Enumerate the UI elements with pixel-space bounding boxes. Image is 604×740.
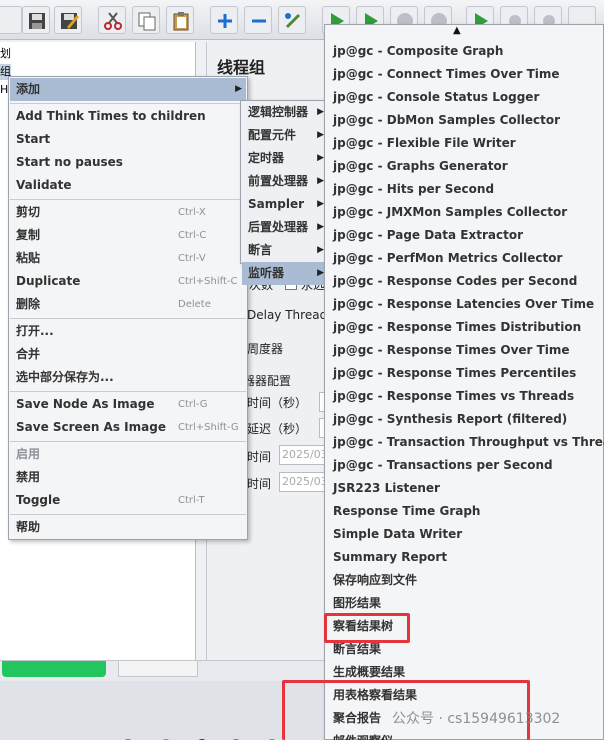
separator — [10, 318, 246, 319]
separator — [10, 441, 246, 442]
scheduler-config-label: 器器配置 — [243, 374, 292, 388]
context-menu: 添加 ▶ Add Think Times to children Start St… — [8, 76, 248, 540]
listener-item[interactable]: jp@gc - Transaction Throughput vs Thread… — [326, 431, 604, 454]
submenu-item-pre-processor[interactable]: 前置处理器 ▶ — [242, 170, 328, 193]
menu-item-help[interactable]: 帮助 — [10, 516, 246, 539]
collapse-icon[interactable] — [244, 6, 272, 34]
submenu-item-listener[interactable]: 监听器 ▶ — [242, 262, 328, 285]
submenu-arrow-icon: ▶ — [235, 84, 242, 94]
menu-item-add[interactable]: 添加 ▶ — [10, 78, 246, 101]
menu-item-delete[interactable]: 删除 Delete — [10, 293, 246, 316]
listener-item-graph-results[interactable]: 图形结果 — [326, 592, 602, 615]
menu-item-open[interactable]: 打开... — [10, 320, 246, 343]
menu-item-start[interactable]: Start — [10, 128, 246, 151]
page-title: 线程组 — [217, 58, 266, 77]
separator — [10, 391, 246, 392]
submenu-item-logic-controller[interactable]: 逻辑控制器 ▶ — [242, 101, 328, 124]
separator — [10, 199, 246, 200]
submenu-arrow-icon: ▶ — [317, 199, 324, 209]
startup-delay-label: 延迟（秒） — [247, 422, 308, 436]
listener-item[interactable]: jp@gc - Transactions per Second — [326, 454, 602, 477]
menu-item-toggle[interactable]: Toggle Ctrl-T — [10, 489, 246, 512]
start-time-input[interactable]: 2025/03 — [279, 445, 327, 465]
menu-item-save-selection-as[interactable]: 选中部分保存为... — [10, 366, 246, 389]
end-time-input[interactable]: 2025/03 — [279, 472, 327, 492]
listener-item-jsr223[interactable]: JSR223 Listener — [326, 477, 602, 500]
save-icon[interactable] — [22, 6, 50, 34]
menu-item-disable[interactable]: 禁用 — [10, 466, 246, 489]
listener-item[interactable]: jp@gc - Response Latencies Over Time — [326, 293, 602, 316]
separator — [10, 514, 246, 515]
grey-button[interactable] — [118, 661, 198, 677]
listener-item[interactable]: jp@gc - Response Times vs Threads — [326, 385, 602, 408]
listener-item[interactable]: jp@gc - Console Status Logger — [326, 86, 602, 109]
listener-item[interactable]: jp@gc - Flexible File Writer — [326, 132, 602, 155]
submenu-item-post-processor[interactable]: 后置处理器 ▶ — [242, 216, 328, 239]
listener-item[interactable]: jp@gc - PerfMon Metrics Collector — [326, 247, 602, 270]
listener-item[interactable]: jp@gc - Synthesis Report (filtered) — [326, 408, 602, 431]
annotation-box — [324, 613, 410, 643]
menu-item-save-node-image[interactable]: Save Node As Image Ctrl-G — [10, 393, 246, 416]
menu-item-copy[interactable]: 复制 Ctrl-C — [10, 224, 246, 247]
duration-label: 时间（秒） — [247, 396, 308, 410]
menu-item-paste[interactable]: 粘贴 Ctrl-V — [10, 247, 246, 270]
submenu-arrow-icon: ▶ — [317, 245, 324, 255]
listener-item[interactable]: jp@gc - Hits per Second — [326, 178, 602, 201]
save-as-icon[interactable] — [54, 6, 82, 34]
listener-item-save-responses[interactable]: 保存响应到文件 — [326, 569, 602, 592]
menu-item-duplicate[interactable]: Duplicate Ctrl+Shift-C — [10, 270, 246, 293]
tree-item[interactable]: 划 — [0, 46, 11, 62]
submenu-arrow-icon: ▶ — [317, 130, 324, 140]
listener-item[interactable]: jp@gc - Response Codes per Second — [326, 270, 602, 293]
new-icon[interactable] — [0, 6, 22, 34]
listener-item-simple-data-writer[interactable]: Simple Data Writer — [326, 523, 602, 546]
listener-item[interactable]: jp@gc - JMXMon Samples Collector — [326, 201, 602, 224]
menu-item-add-think-times[interactable]: Add Think Times to children — [10, 105, 246, 128]
separator — [10, 103, 246, 104]
scroll-up-arrow-icon[interactable]: ▲ — [453, 25, 461, 36]
submenu-item-timer[interactable]: 定时器 ▶ — [242, 147, 328, 170]
submenu-arrow-icon: ▶ — [317, 176, 324, 186]
submenu-arrow-icon: ▶ — [317, 268, 324, 278]
listener-item[interactable]: jp@gc - Composite Graph — [326, 40, 602, 63]
scheduler-label: 周度器 — [247, 342, 284, 356]
submenu-item-config-element[interactable]: 配置元件 ▶ — [242, 124, 328, 147]
submenu-arrow-icon: ▶ — [317, 222, 324, 232]
paste-icon[interactable] — [166, 6, 194, 34]
listener-item[interactable]: jp@gc - Response Times Over Time — [326, 339, 602, 362]
listener-item[interactable]: jp@gc - Graphs Generator — [326, 155, 602, 178]
listener-item[interactable]: jp@gc - Page Data Extractor — [326, 224, 602, 247]
toggle-icon[interactable] — [278, 6, 306, 34]
menu-item-save-screen-image[interactable]: Save Screen As Image Ctrl+Shift-G — [10, 416, 246, 439]
expand-icon[interactable] — [210, 6, 238, 34]
add-submenu: 逻辑控制器 ▶ 配置元件 ▶ 定时器 ▶ 前置处理器 ▶ Sampler ▶ 后置处理器 ▶… — [240, 100, 330, 285]
copy-icon[interactable] — [132, 6, 160, 34]
listener-item[interactable]: jp@gc - DbMon Samples Collector — [326, 109, 602, 132]
menu-item-cut[interactable]: 剪切 Ctrl-X — [10, 201, 246, 224]
cut-icon[interactable] — [98, 6, 126, 34]
menu-item-start-no-pauses[interactable]: Start no pauses — [10, 151, 246, 174]
start-time-label: 时间 — [247, 450, 272, 464]
watermark: 公众号 · cs15949613302 — [392, 711, 561, 727]
listener-item-summary-report[interactable]: Summary Report — [326, 546, 602, 569]
submenu-arrow-icon: ▶ — [317, 107, 324, 117]
submenu-item-sampler[interactable]: Sampler ▶ — [242, 193, 328, 216]
submenu-arrow-icon: ▶ — [317, 153, 324, 163]
listener-item[interactable]: jp@gc - Connect Times Over Time — [326, 63, 602, 86]
listener-item[interactable]: jp@gc - Response Times Percentiles — [326, 362, 602, 385]
menu-item-enable: 启用 — [16, 447, 41, 461]
listener-item-response-time-graph[interactable]: Response Time Graph — [326, 500, 602, 523]
menu-item-validate[interactable]: Validate — [10, 174, 246, 197]
submenu-item-assertion[interactable]: 断言 ▶ — [242, 239, 328, 262]
menu-item-merge[interactable]: 合并 — [10, 343, 246, 366]
listener-item[interactable]: jp@gc - Response Times Distribution — [326, 316, 602, 339]
green-button[interactable] — [2, 661, 106, 677]
end-time-label: 时间 — [247, 477, 272, 491]
